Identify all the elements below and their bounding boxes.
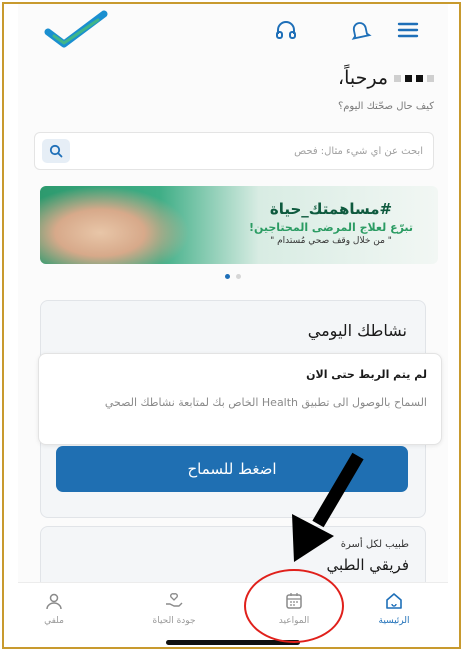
greeting-subtitle: كيف حال صحّتك اليوم؟ — [337, 101, 434, 112]
greeting-block: مرحباً، كيف حال صحّتك اليوم؟ — [338, 67, 434, 112]
pager-dot[interactable] — [236, 274, 241, 279]
tab-home-label: الرئيسية — [378, 616, 410, 626]
search-bar — [34, 132, 434, 170]
bell-icon[interactable] — [348, 18, 372, 42]
app-screen: مرحباً، كيف حال صحّتك اليوم؟ #مساهمتك_حي… — [18, 4, 448, 647]
tab-quality-of-life[interactable]: جودة الحياة — [134, 591, 214, 631]
tab-profile-label: ملفي — [44, 616, 64, 626]
menu-icon[interactable] — [396, 18, 420, 42]
search-input[interactable] — [83, 140, 423, 162]
greeting-text: مرحباً، — [337, 67, 388, 89]
annotation-arrow-icon — [292, 452, 364, 562]
search-icon — [49, 144, 63, 158]
activity-title: نشاطك اليومي — [307, 321, 407, 340]
carousel-pager — [18, 274, 448, 279]
bottom-tab-bar: الرئيسية المواعيد جودة الحياة ملفي — [18, 582, 448, 647]
top-header — [18, 4, 448, 54]
notice-body: السماح بالوصول الى تطبيق Health الخاص بك… — [104, 396, 427, 409]
screenshot-frame: مرحباً، كيف حال صحّتك اليوم؟ #مساهمتك_حي… — [2, 2, 461, 649]
hands-image — [40, 186, 190, 264]
check-logo-icon — [44, 10, 108, 48]
banner-title: #مساهمتك_حياة — [269, 200, 393, 218]
annotation-circle — [244, 569, 344, 643]
search-button[interactable] — [42, 139, 70, 163]
greeting-title: مرحباً، — [338, 67, 434, 89]
health-link-notice: لم يتم الربط حتى الان السماح بالوصول الى… — [38, 353, 442, 445]
promo-banner[interactable]: #مساهمتك_حياة تبرّع لعلاج المرضى المحتاج… — [40, 186, 438, 264]
banner-line2: " من خلال وقف صحي مُستدام " — [270, 236, 392, 246]
pager-dot-active[interactable] — [225, 274, 230, 279]
redacted-name — [394, 74, 434, 82]
notice-title: لم يتم الربط حتى الان — [306, 368, 427, 381]
tab-home[interactable]: الرئيسية — [354, 591, 434, 631]
tab-quality-of-life-label: جودة الحياة — [152, 616, 196, 626]
banner-text: #مساهمتك_حياة تبرّع لعلاج المرضى المحتاج… — [236, 200, 426, 246]
tab-profile[interactable]: ملفي — [18, 591, 94, 631]
profile-icon — [46, 593, 62, 610]
banner-line1: تبرّع لعلاج المرضى المحتاجين! — [248, 221, 414, 234]
headset-icon[interactable] — [274, 18, 298, 42]
wellness-hand-icon — [166, 593, 183, 607]
home-icon — [386, 593, 402, 609]
